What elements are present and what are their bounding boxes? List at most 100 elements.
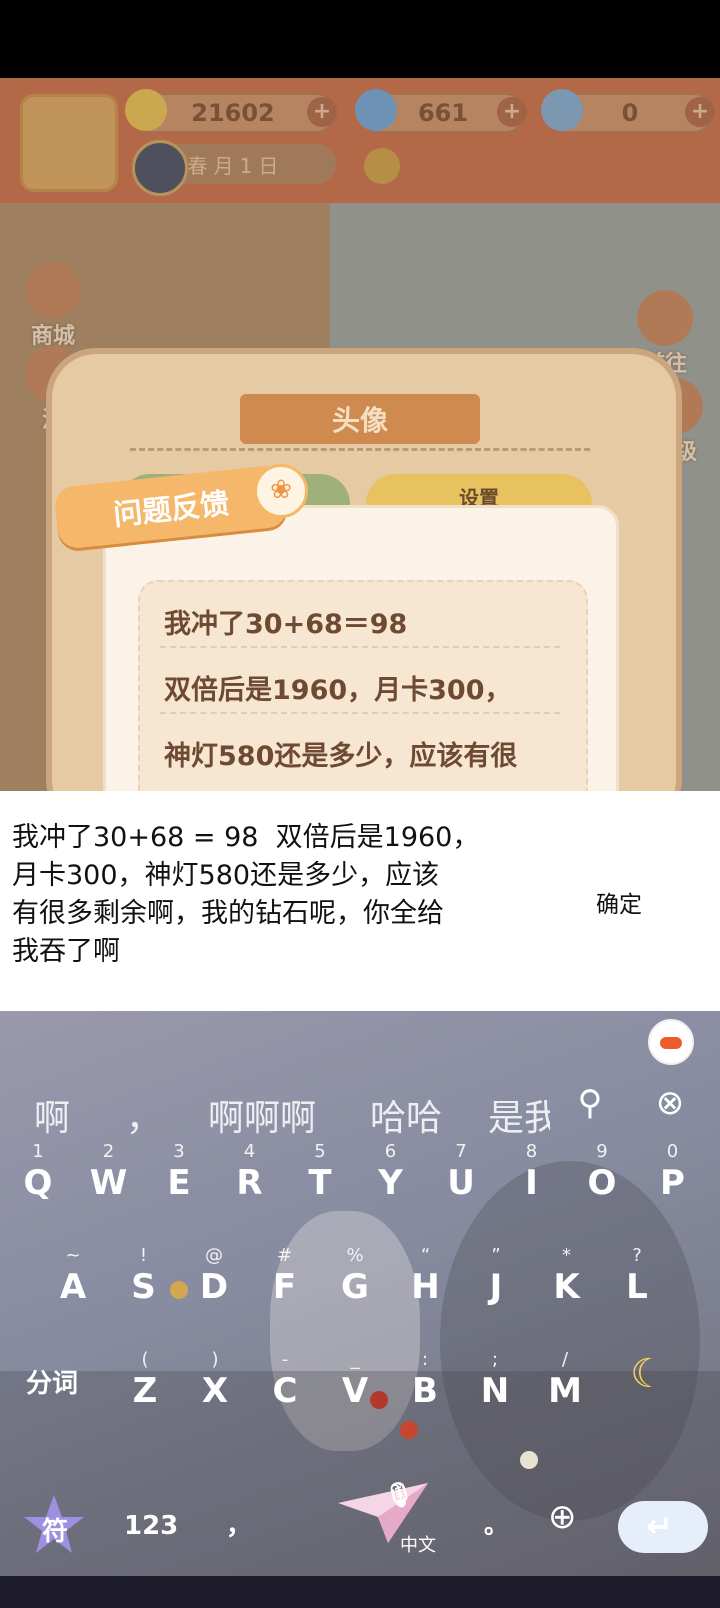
key-h[interactable]: “H — [396, 1245, 456, 1307]
key-secondary-label: 1 — [32, 1141, 44, 1162]
key-label: G — [341, 1267, 369, 1307]
symbol-key-label: 符 — [42, 1517, 69, 1547]
key-label: J — [489, 1267, 503, 1307]
key-secondary-label: _ — [350, 1349, 360, 1370]
key-secondary-label: ? — [632, 1245, 642, 1266]
candidate-word[interactable]: 啊啊啊 — [208, 1089, 316, 1141]
enter-key[interactable]: ↵ — [618, 1501, 708, 1553]
key-u[interactable]: 7U — [431, 1141, 491, 1203]
candidate-word[interactable]: 哈哈 — [370, 1089, 442, 1141]
flower-decoration — [400, 1421, 418, 1439]
key-i[interactable]: 8I — [502, 1141, 562, 1203]
key-y[interactable]: 6Y — [361, 1141, 421, 1203]
key-label: T — [308, 1163, 332, 1203]
edit-text-field[interactable]: 我冲了30+68 = 98 双倍后是1960， 月卡300，神灯580还是多少，… — [12, 819, 552, 971]
key-label: C — [272, 1371, 298, 1411]
input-edit-bar: 我冲了30+68 = 98 双倍后是1960， 月卡300，神灯580还是多少，… — [0, 791, 720, 1011]
divider — [130, 448, 590, 451]
key-f[interactable]: # F — [255, 1245, 315, 1307]
key-j[interactable]: ” J — [466, 1245, 526, 1307]
keyboard-mascot-icon[interactable] — [648, 1019, 694, 1065]
candidate-word[interactable]: 啊 — [34, 1089, 70, 1141]
backspace-key[interactable]: ☾ — [630, 1351, 666, 1397]
numbers-key[interactable]: 123 — [124, 1511, 178, 1541]
key-label: Y — [378, 1163, 403, 1203]
key-x[interactable]: ) X — [185, 1349, 245, 1411]
key-secondary-label: ! — [139, 1245, 148, 1266]
key-t[interactable]: 5T — [290, 1141, 350, 1203]
key-z[interactable]: (Z — [115, 1349, 175, 1411]
key-secondary-label: # — [276, 1245, 293, 1266]
key-d[interactable]: @ D — [184, 1245, 244, 1307]
key-label: E — [167, 1163, 191, 1203]
key-q[interactable]: 1Q — [8, 1141, 68, 1203]
key-secondary-label: : — [421, 1349, 429, 1370]
key-r[interactable]: 4R — [220, 1141, 280, 1203]
key-p[interactable]: 0P — [643, 1141, 703, 1203]
key-label: L — [626, 1267, 648, 1307]
key-label: N — [480, 1371, 510, 1411]
key-secondary-label: 8 — [525, 1141, 538, 1162]
key-l[interactable]: ? L — [607, 1245, 667, 1307]
candidate-word[interactable]: ， — [126, 1089, 162, 1141]
key-n[interactable]: ; N — [465, 1349, 525, 1411]
key-b[interactable]: :B — [395, 1349, 455, 1411]
key-c[interactable]: -C — [255, 1349, 315, 1411]
confirm-button[interactable]: 确定 — [596, 885, 642, 919]
key-secondary-label: ) — [211, 1349, 219, 1370]
key-label: B — [412, 1371, 438, 1411]
key-w[interactable]: 2W — [79, 1141, 139, 1203]
microphone-icon[interactable]: 🎙 — [384, 1481, 414, 1509]
key-label: P — [660, 1163, 685, 1203]
key-secondary-label: @ — [205, 1245, 223, 1266]
key-secondary-label: ; — [491, 1349, 499, 1370]
key-k[interactable]: * K — [537, 1245, 597, 1307]
key-label: O — [587, 1163, 617, 1203]
feedback-line: 我冲了30+68＝98 — [164, 609, 408, 640]
key-v[interactable]: _ V — [325, 1349, 385, 1411]
key-label: W — [89, 1163, 128, 1203]
key-label: U — [447, 1163, 475, 1203]
feedback-line: 神灯580还是多少，应该有很 — [164, 741, 518, 772]
key-label: D — [199, 1267, 229, 1307]
search-icon[interactable]: ⚲ — [570, 1083, 610, 1123]
key-label: S — [131, 1267, 156, 1307]
key-secondary-label: - — [281, 1349, 289, 1370]
key-e[interactable]: 3E — [149, 1141, 209, 1203]
status-bar — [0, 0, 720, 78]
enter-arrow-icon: ↵ — [646, 1507, 673, 1545]
key-label: R — [236, 1163, 263, 1203]
key-label: M — [548, 1371, 582, 1411]
key-secondary-label: 2 — [102, 1141, 115, 1162]
period-key[interactable]: 。 — [484, 1505, 508, 1540]
key-secondary-label: ~ — [65, 1245, 81, 1266]
key-label: F — [272, 1267, 297, 1307]
key-g[interactable]: % G — [325, 1245, 385, 1307]
feedback-line: 双倍后是1960，月卡300， — [164, 675, 512, 706]
key-a[interactable]: ~ A — [43, 1245, 103, 1307]
key-secondary-label: 4 — [243, 1141, 256, 1162]
soft-keyboard: 啊 ， 啊啊啊 哈哈 是我 ⚲ ⊗ 1Q2W3E4R5T6Y7U8I9O0P ~… — [0, 1011, 720, 1576]
key-label: Q — [23, 1163, 53, 1203]
segment-key[interactable]: 分词 — [26, 1363, 78, 1400]
key-m[interactable]: / M — [535, 1349, 595, 1411]
key-secondary-label: 7 — [455, 1141, 467, 1162]
key-label: H — [411, 1267, 440, 1307]
key-s[interactable]: ! S — [114, 1245, 174, 1307]
key-label: A — [59, 1267, 87, 1307]
key-secondary-label: / — [561, 1349, 569, 1370]
candidate-word[interactable]: 是我 — [488, 1089, 550, 1141]
key-secondary-label: 6 — [384, 1141, 397, 1162]
comma-key[interactable]: ， — [226, 1505, 252, 1542]
key-secondary-label: ” — [491, 1245, 501, 1266]
key-o[interactable]: 9O — [572, 1141, 632, 1203]
space-key[interactable]: 中文 — [400, 1531, 436, 1557]
key-secondary-label: % — [346, 1245, 364, 1266]
key-secondary-label: 9 — [596, 1141, 608, 1162]
key-secondary-label: ( — [141, 1349, 149, 1370]
globe-icon[interactable]: ⊕ — [548, 1497, 577, 1537]
close-circle-icon[interactable]: ⊗ — [650, 1083, 690, 1123]
game-background: 21602 + 661 + 0 + 春月1日 商城 活 前往 等级 头像 设置 … — [0, 78, 720, 791]
key-secondary-label: 0 — [666, 1141, 679, 1162]
key-secondary-label: 3 — [173, 1141, 185, 1162]
